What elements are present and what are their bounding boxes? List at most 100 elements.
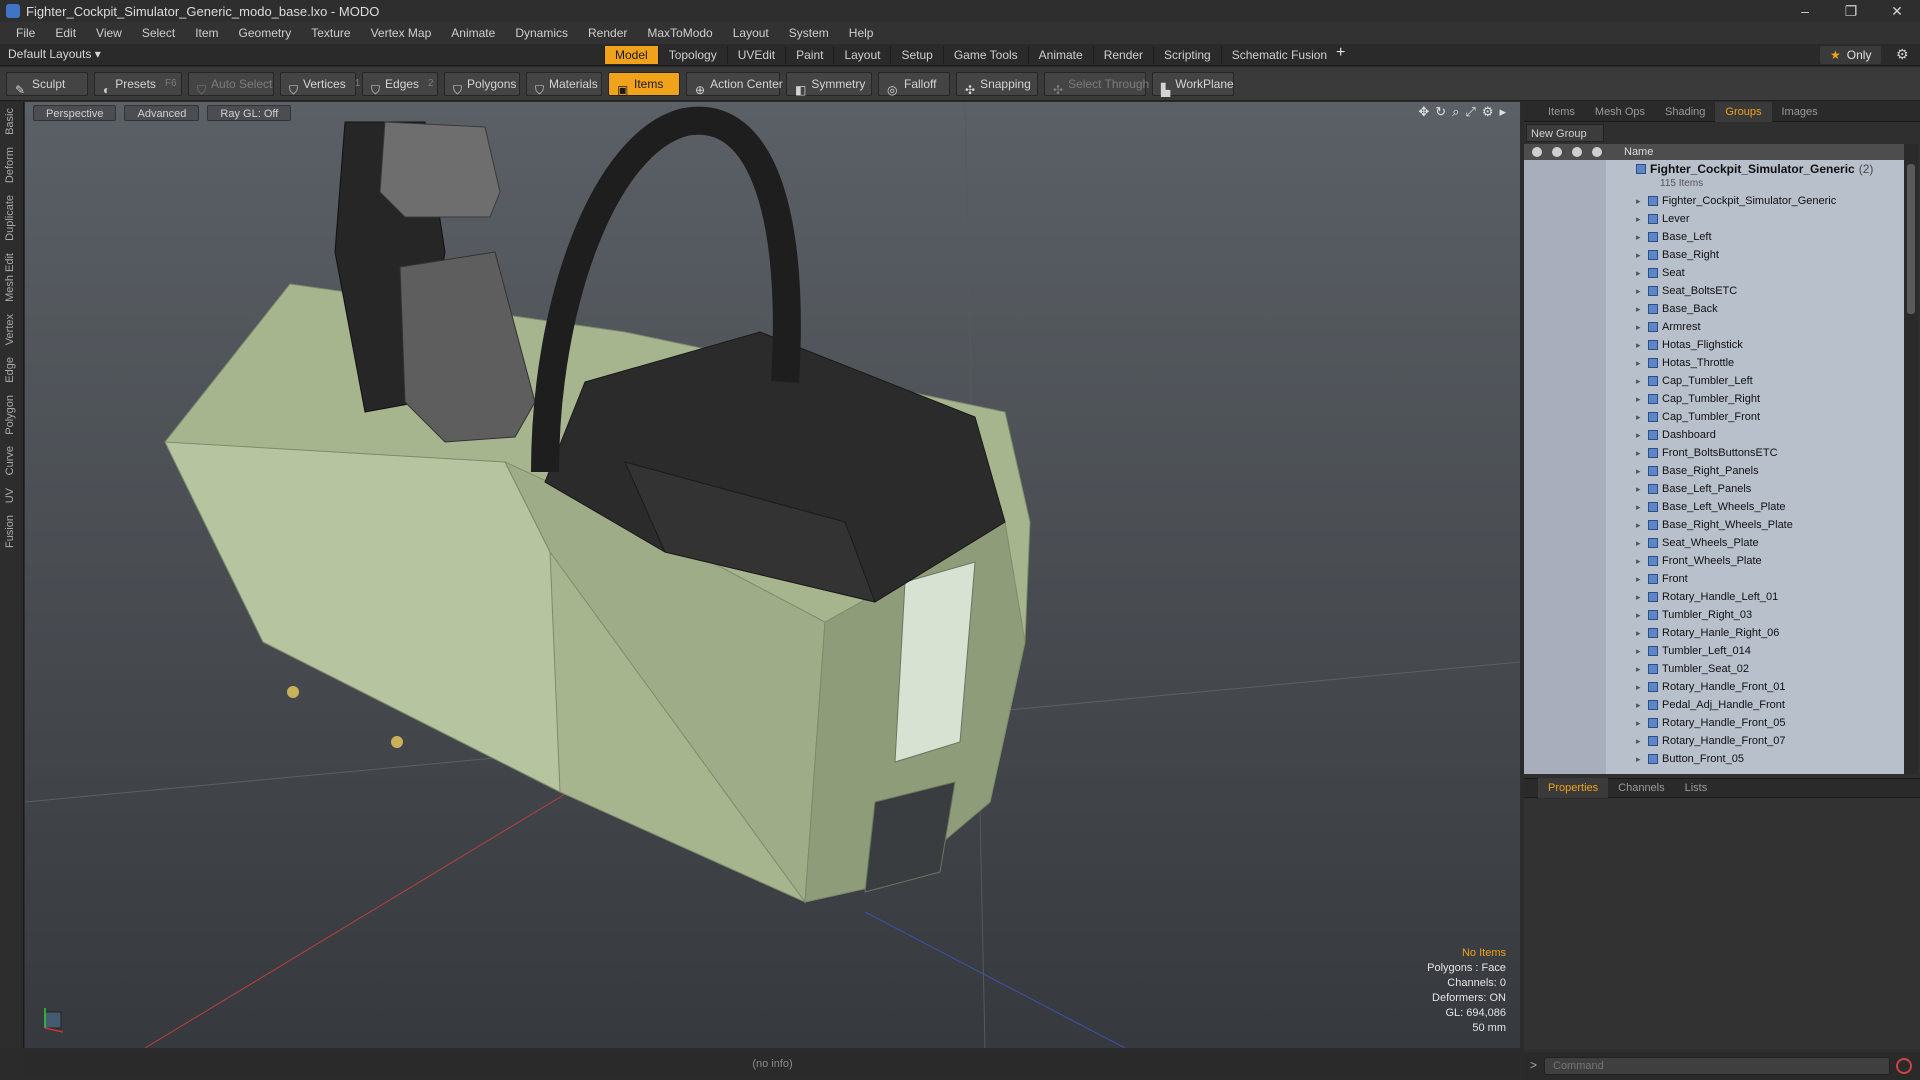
- list-item[interactable]: ▸ Armrest: [1524, 318, 1904, 336]
- left-tab-duplicate[interactable]: Duplicate: [0, 189, 20, 247]
- expand-arrow-icon[interactable]: ▸: [1636, 318, 1641, 336]
- pan-icon[interactable]: ✥: [1418, 104, 1429, 120]
- expand-arrow-icon[interactable]: ▸: [1636, 480, 1641, 498]
- list-item[interactable]: ▸ Hotas_Flighstick: [1524, 336, 1904, 354]
- expand-arrow-icon[interactable]: ▸: [1636, 696, 1641, 714]
- raygl-toggle[interactable]: Ray GL: Off: [207, 105, 292, 121]
- left-tab-basic[interactable]: Basic: [0, 102, 20, 141]
- clear-command-icon[interactable]: [1896, 1058, 1912, 1074]
- 3d-viewport[interactable]: Perspective Advanced Ray GL: Off ✥ ↻ ⌕ ⤢…: [25, 102, 1520, 1048]
- expand-arrow-icon[interactable]: ▸: [1636, 282, 1641, 300]
- group-list-scrollbar[interactable]: [1904, 144, 1918, 774]
- menu-file[interactable]: File: [6, 26, 45, 40]
- viewport-menu-icon[interactable]: ▸: [1499, 104, 1506, 120]
- tab-paint[interactable]: Paint: [785, 46, 833, 64]
- list-item[interactable]: ▸ Base_Right_Wheels_Plate: [1524, 516, 1904, 534]
- tab-topology[interactable]: Topology: [657, 46, 727, 64]
- list-item[interactable]: ▸ Rotary_Handle_Left_01: [1524, 588, 1904, 606]
- add-tab-icon[interactable]: +: [1336, 44, 1345, 62]
- expand-arrow-icon[interactable]: ▸: [1636, 300, 1641, 318]
- list-item[interactable]: ▸ Front_Wheels_Plate: [1524, 552, 1904, 570]
- list-item[interactable]: ▸ Front: [1524, 570, 1904, 588]
- list-item[interactable]: ▸ Hotas_Throttle: [1524, 354, 1904, 372]
- tab-schematic-fusion[interactable]: Schematic Fusion: [1220, 46, 1337, 64]
- list-item[interactable]: ▸ Rotary_Handle_Front_07: [1524, 732, 1904, 750]
- expand-arrow-icon[interactable]: ▸: [1636, 372, 1641, 390]
- auto-select-button[interactable]: ⛉ Auto Select: [188, 71, 274, 97]
- list-item[interactable]: ▸ Rotary_Hanle_Right_06: [1524, 624, 1904, 642]
- expand-arrow-icon[interactable]: ▸: [1636, 444, 1641, 462]
- polygons-button[interactable]: ⛉ Polygons: [444, 71, 520, 97]
- list-item[interactable]: ▸ Cap_Tumbler_Left: [1524, 372, 1904, 390]
- tab-properties[interactable]: Properties: [1538, 778, 1609, 798]
- rotate-icon[interactable]: ↻: [1435, 104, 1446, 120]
- new-group-button[interactable]: New Group: [1526, 124, 1604, 142]
- gear-icon[interactable]: ⚙: [1896, 46, 1909, 63]
- group-root-row[interactable]: ▾ Fighter_Cockpit_Simulator_Generic(2): [1524, 160, 1904, 178]
- left-tab-edge[interactable]: Edge: [0, 351, 20, 389]
- expand-arrow-icon[interactable]: ▸: [1636, 606, 1641, 624]
- left-tab-deform[interactable]: Deform: [0, 141, 20, 189]
- minimize-button[interactable]: –: [1782, 0, 1828, 22]
- list-item[interactable]: ▸ Base_Right_Panels: [1524, 462, 1904, 480]
- items-button[interactable]: ▣ Items: [608, 71, 680, 97]
- zoom-icon[interactable]: ⌕: [1452, 104, 1459, 120]
- edges-button[interactable]: ⛉ Edges 2: [362, 71, 438, 97]
- tab-uvedit[interactable]: UVEdit: [726, 46, 785, 64]
- expand-arrow-icon[interactable]: ▸: [1636, 732, 1641, 750]
- list-item[interactable]: ▸ Base_Left_Panels: [1524, 480, 1904, 498]
- vertices-button[interactable]: ⛉ Vertices 1: [280, 71, 360, 97]
- snapping-button[interactable]: ✣ Snapping: [956, 71, 1038, 97]
- fit-icon[interactable]: ⤢: [1465, 104, 1475, 120]
- scrollbar-thumb[interactable]: [1907, 164, 1915, 314]
- menu-system[interactable]: System: [779, 26, 839, 40]
- tab-shading[interactable]: Shading: [1655, 102, 1715, 122]
- menu-geometry[interactable]: Geometry: [229, 26, 302, 40]
- close-button[interactable]: ✕: [1874, 0, 1920, 22]
- expand-arrow-icon[interactable]: ▸: [1636, 408, 1641, 426]
- list-item[interactable]: ▸ Base_Right: [1524, 246, 1904, 264]
- expand-arrow-icon[interactable]: ▸: [1636, 210, 1641, 228]
- list-item[interactable]: ▸ Tumbler_Left_014: [1524, 642, 1904, 660]
- tab-layout[interactable]: Layout: [833, 46, 890, 64]
- expand-arrow-icon[interactable]: ▸: [1636, 678, 1641, 696]
- tab-model[interactable]: Model: [604, 46, 658, 64]
- visibility-eye-icon[interactable]: [1532, 147, 1542, 157]
- list-item[interactable]: ▸ Fighter_Cockpit_Simulator_Generic: [1524, 192, 1904, 210]
- expand-arrow-icon[interactable]: ▸: [1636, 660, 1641, 678]
- expand-arrow-icon[interactable]: ▸: [1636, 192, 1641, 210]
- left-tab-mesh-edit[interactable]: Mesh Edit: [0, 247, 20, 308]
- menu-edit[interactable]: Edit: [45, 26, 86, 40]
- tab-animate[interactable]: Animate: [1027, 46, 1093, 64]
- list-item[interactable]: ▸ Seat_BoltsETC: [1524, 282, 1904, 300]
- select-through-button[interactable]: ✣ Select Through: [1044, 71, 1149, 97]
- menu-animate[interactable]: Animate: [441, 26, 505, 40]
- tab-images[interactable]: Images: [1772, 102, 1828, 122]
- view-mode-dropdown[interactable]: Perspective: [33, 105, 117, 121]
- tab-mesh-ops[interactable]: Mesh Ops: [1585, 102, 1655, 122]
- menu-help[interactable]: Help: [839, 26, 884, 40]
- column-name[interactable]: Name: [1624, 144, 1653, 160]
- list-item[interactable]: ▸ Cap_Tumbler_Right: [1524, 390, 1904, 408]
- list-item[interactable]: ▸ Cap_Tumbler_Front: [1524, 408, 1904, 426]
- menu-vertex-map[interactable]: Vertex Map: [361, 26, 442, 40]
- select-icon[interactable]: [1592, 147, 1602, 157]
- list-item[interactable]: ▸ Base_Left: [1524, 228, 1904, 246]
- tab-channels[interactable]: Channels: [1608, 778, 1674, 798]
- expand-arrow-icon[interactable]: ▸: [1636, 552, 1641, 570]
- left-tab-uv[interactable]: UV: [0, 482, 20, 509]
- tab-groups[interactable]: Groups: [1715, 101, 1772, 122]
- symmetry-button[interactable]: ◧ Symmetry: [786, 71, 872, 97]
- list-item[interactable]: ▸ Base_Left_Wheels_Plate: [1524, 498, 1904, 516]
- list-item[interactable]: ▸ Rotary_Handle_Front_05: [1524, 714, 1904, 732]
- list-item[interactable]: ▸ Button_Front_05: [1524, 750, 1904, 768]
- tab-game-tools[interactable]: Game Tools: [942, 46, 1028, 64]
- list-item[interactable]: ▸ Front_BoltsButtonsETC: [1524, 444, 1904, 462]
- expand-arrow-icon[interactable]: ▸: [1636, 588, 1641, 606]
- action-center-button[interactable]: ⊕ Action Center: [686, 71, 783, 97]
- sculpt-button[interactable]: ✎ Sculpt: [6, 71, 88, 97]
- expand-arrow-icon[interactable]: ▸: [1636, 246, 1641, 264]
- materials-button[interactable]: ⛉ Materials: [526, 71, 602, 97]
- list-item[interactable]: ▸ Dashboard: [1524, 426, 1904, 444]
- menu-maxtomodo[interactable]: MaxToModo: [637, 26, 722, 40]
